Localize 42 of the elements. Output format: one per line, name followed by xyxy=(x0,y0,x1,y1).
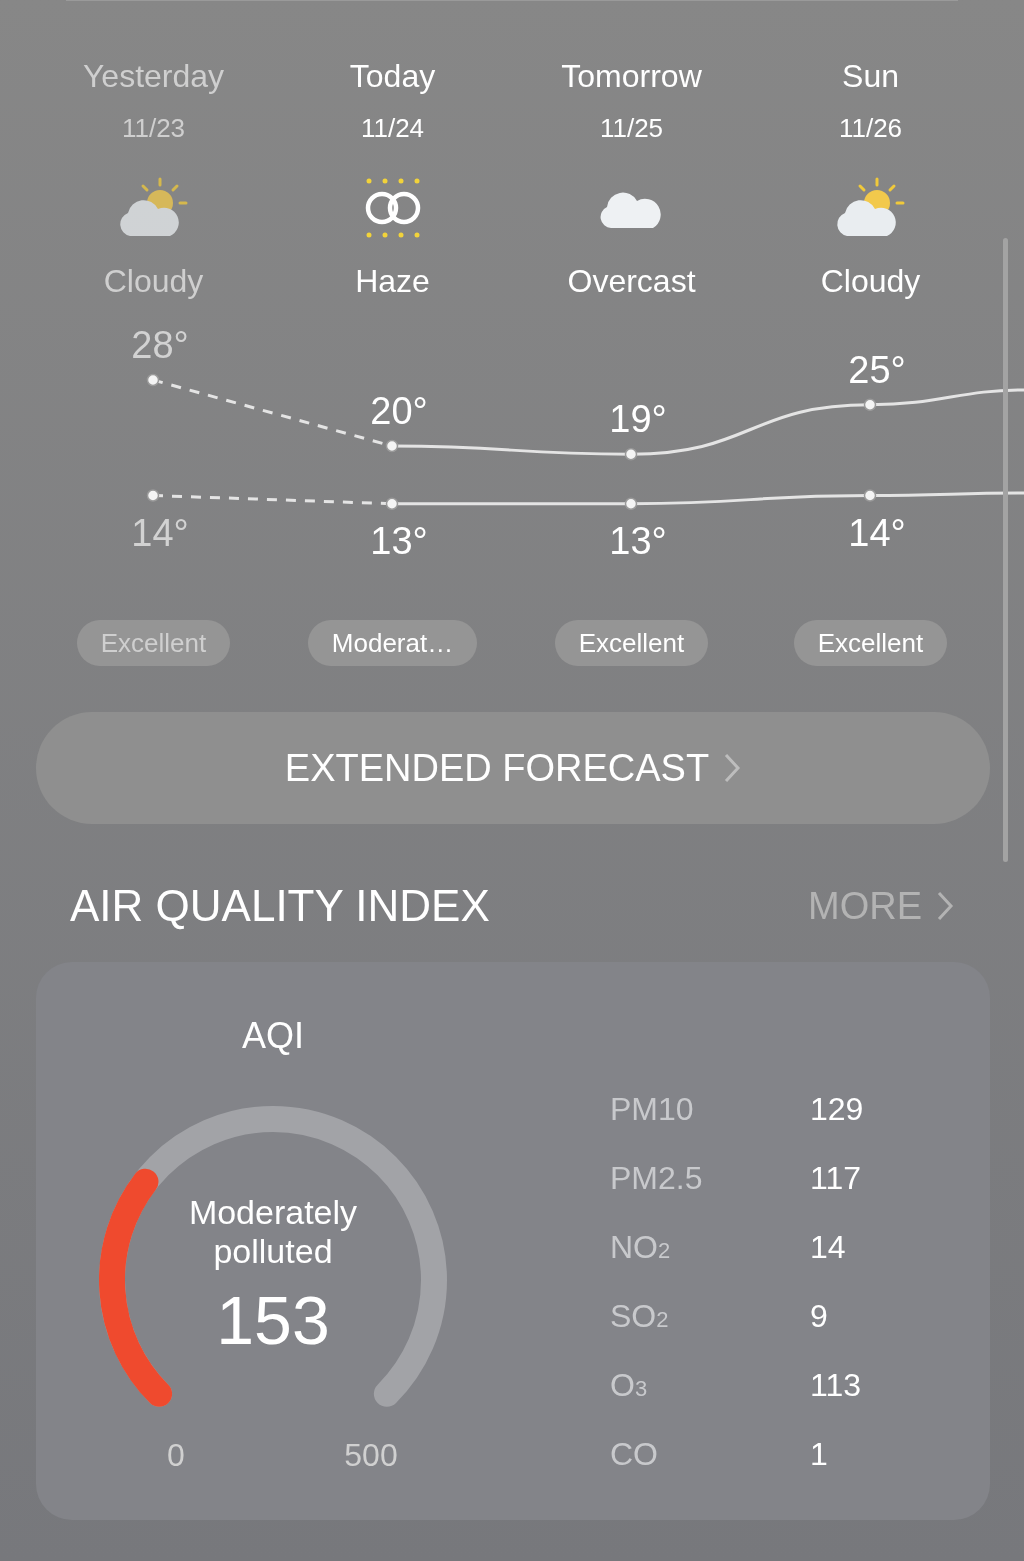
high-temperature: 19° xyxy=(609,398,667,441)
condition-label: Cloudy xyxy=(820,262,921,301)
pollutant-value: 9 xyxy=(810,1297,828,1336)
aqi-pill: Excellent xyxy=(793,620,948,666)
low-temperature: 14° xyxy=(131,511,189,554)
condition-label: Haze xyxy=(355,262,430,301)
aqi-pill: Moderat… xyxy=(307,620,478,666)
aqi-pill: Excellent xyxy=(76,620,231,666)
aqi-status: Moderately polluted xyxy=(187,1193,359,1271)
gauge-max-label: 500 xyxy=(343,1436,399,1475)
date-label: 11/23 xyxy=(121,112,186,144)
pollutant-value: 14 xyxy=(810,1228,846,1267)
condition-label: Cloudy xyxy=(103,262,204,301)
high-temperature: 25° xyxy=(848,348,906,391)
gauge-min-label: 0 xyxy=(166,1436,186,1475)
day-label: Yesterday xyxy=(82,57,225,96)
aqi-label: AQI xyxy=(242,1014,304,1056)
section-title: AIR QUALITY INDEX xyxy=(70,880,490,932)
low-temperature: 14° xyxy=(848,511,906,554)
condition-label: Overcast xyxy=(567,262,696,301)
pollutant-name: CO xyxy=(610,1435,659,1474)
chevron-right-icon xyxy=(936,890,954,922)
high-temperature: 28° xyxy=(131,324,189,366)
pollutant-value: 117 xyxy=(810,1159,861,1198)
pollutant-value: 1 xyxy=(810,1435,828,1474)
high-temperature: 20° xyxy=(370,390,428,432)
day-label: Tomorrow xyxy=(561,57,702,96)
low-temperature: 13° xyxy=(609,519,667,562)
aqi-value: 153 xyxy=(215,1281,331,1360)
pollutant-name: PM10 xyxy=(610,1090,695,1129)
pollutant-value: 129 xyxy=(810,1090,864,1129)
pollutant-name: PM2.5 xyxy=(610,1159,704,1198)
chevron-right-icon xyxy=(723,752,742,784)
aqi-pill: Excellent xyxy=(554,620,709,666)
low-temperature: 13° xyxy=(370,519,428,562)
date-label: 11/25 xyxy=(599,112,664,144)
pollutant-value: 113 xyxy=(810,1366,861,1405)
date-label: 11/24 xyxy=(360,112,425,144)
date-label: 11/26 xyxy=(838,112,903,144)
day-label: Today xyxy=(349,57,436,96)
day-label: Sun xyxy=(842,57,899,96)
extended-forecast-button[interactable]: EXTENDED FORECAST xyxy=(36,712,990,824)
